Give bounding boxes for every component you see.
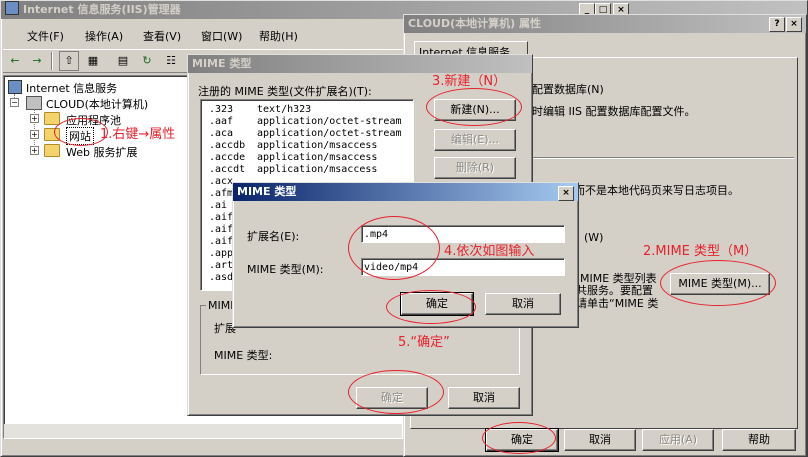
mime-row-extension: .aca <box>209 128 234 139</box>
collapse-icon[interactable]: − <box>10 98 19 107</box>
mime-entry-cancel-button[interactable]: 取消 <box>485 293 561 315</box>
mime-row-extension: .accdb <box>209 140 246 151</box>
close-icon[interactable]: × <box>558 186 574 201</box>
mime-type-detail-label: MIME 类型: <box>214 349 273 362</box>
mime-list-row[interactable]: .323 text/h323 <box>209 104 402 116</box>
annotation-oval-mime-button <box>660 260 776 306</box>
menu-action[interactable]: 操作(A) <box>85 28 123 44</box>
group-divider <box>524 157 794 159</box>
refresh-icon[interactable]: ↻ <box>137 51 157 71</box>
annotation-oval-props-ok <box>482 422 556 454</box>
annotation-step2: 2.MIME 类型（M） <box>643 244 758 259</box>
iis-window-title: Internet 信息服务(IIS)管理器 <box>23 3 181 16</box>
tree-item-iis-root[interactable]: Internet 信息服务 <box>26 80 117 96</box>
mime-list-row[interactable]: .aaf application/octet-stream <box>209 116 402 128</box>
back-arrow-icon[interactable]: ← <box>5 51 25 71</box>
mime-row-type: application/msaccess <box>257 164 378 175</box>
annotation-oval-inputs <box>348 216 440 280</box>
mime-row-type: application/msaccess <box>257 140 378 151</box>
properties-cancel-button[interactable]: 取消 <box>564 429 636 451</box>
annotation-step1: 1.右键→属性 <box>100 127 176 142</box>
mime-edit-button[interactable]: 编辑(E)... <box>434 129 516 151</box>
mime-delete-button[interactable]: 删除(R) <box>434 157 516 179</box>
menu-window[interactable]: 窗口(W) <box>201 28 242 44</box>
metabase-checkbox-label: 配置数据库(N) <box>532 83 604 96</box>
close-icon[interactable]: × <box>786 17 802 32</box>
menu-help[interactable]: 帮助(H) <box>259 28 298 44</box>
tree-item-web-extensions[interactable]: Web 服务扩展 <box>66 144 137 160</box>
properties-icon[interactable]: ▤ <box>113 51 133 71</box>
mime-row-extension: .accdt <box>209 164 246 175</box>
forward-arrow-icon[interactable]: → <box>27 51 47 71</box>
annotation-step5: 5.“确定” <box>398 335 450 350</box>
mime-list-row[interactable]: .accdt application/msaccess <box>209 164 402 176</box>
toolbar-separator <box>51 52 53 70</box>
mime-type-label: MIME 类型(M): <box>247 263 324 276</box>
properties-apply-button[interactable]: 应用(A) <box>642 429 714 451</box>
horizontal-scrollbar[interactable] <box>4 424 402 438</box>
iis-root-icon <box>8 80 22 94</box>
properties-help-button[interactable]: 帮助 <box>722 429 796 451</box>
mime-entry-title: MIME 类型 <box>237 185 297 198</box>
tree-item-server[interactable]: CLOUD(本地计算机) <box>46 96 148 112</box>
metabase-description: 时编辑 IIS 配置数据库配置文件。 <box>532 105 696 118</box>
mime-list-row[interactable]: .accdb application/msaccess <box>209 140 402 152</box>
menu-bar: 文件(F) 操作(A) 查看(V) 窗口(W) 帮助(H) <box>7 28 407 44</box>
annotation-oval-entry-ok <box>386 290 476 324</box>
mime-list-title: MIME 类型 <box>192 57 252 70</box>
expand-icon[interactable]: + <box>30 114 39 123</box>
mime-description-3: 请单击“MIME 类 <box>576 297 659 310</box>
registered-mime-label: 注册的 MIME 类型(文件扩展名)(T): <box>198 85 372 98</box>
iis-app-icon <box>5 1 19 15</box>
mime-entry-title-bar[interactable]: MIME 类型 <box>233 183 578 201</box>
mime-list-row[interactable]: .accde application/msaccess <box>209 152 402 164</box>
annotation-oval-websites <box>54 118 108 146</box>
expand-icon[interactable]: + <box>30 146 39 155</box>
log-description: 而不是本地代码页来写日志项目。 <box>574 184 739 197</box>
annotation-oval-new-button <box>426 88 522 126</box>
menu-file[interactable]: 文件(F) <box>27 28 64 44</box>
mime-row-type: application/octet-stream <box>257 128 402 139</box>
annotation-step3: 3.新建（N） <box>432 74 507 89</box>
properties-title-bar[interactable]: CLOUD(本地计算机) 属性 <box>404 15 806 33</box>
server-icon <box>26 96 42 110</box>
expand-icon[interactable]: + <box>30 130 39 139</box>
mime-row-extension: .accde <box>209 152 246 163</box>
mime-list-cancel-button[interactable]: 取消 <box>448 387 520 409</box>
annotation-oval-list-ok <box>348 370 444 414</box>
up-folder-icon[interactable]: ⇧ <box>59 51 79 71</box>
mime-row-type: application/octet-stream <box>257 116 402 127</box>
w-option-label: (W) <box>584 231 604 244</box>
folder-icon <box>44 144 60 157</box>
annotation-step4: 4.依次如图输入 <box>444 244 535 259</box>
folder-icon <box>44 112 60 125</box>
properties-title: CLOUD(本地计算机) 属性 <box>408 17 541 30</box>
help-question-icon[interactable]: ? <box>769 17 785 32</box>
mime-row-type: application/msaccess <box>257 152 378 163</box>
export-list-icon[interactable]: ☷ <box>161 51 181 71</box>
mime-row-type: text/h323 <box>257 104 312 115</box>
mime-row-extension: .aaf <box>209 116 234 127</box>
mime-row-extension: .323 <box>209 104 234 115</box>
extension-label: 扩展名(E): <box>247 230 300 243</box>
console-tree-icon[interactable]: ▦ <box>83 51 103 71</box>
menu-view[interactable]: 查看(V) <box>143 28 181 44</box>
mime-list-row[interactable]: .aca application/octet-stream <box>209 128 402 140</box>
